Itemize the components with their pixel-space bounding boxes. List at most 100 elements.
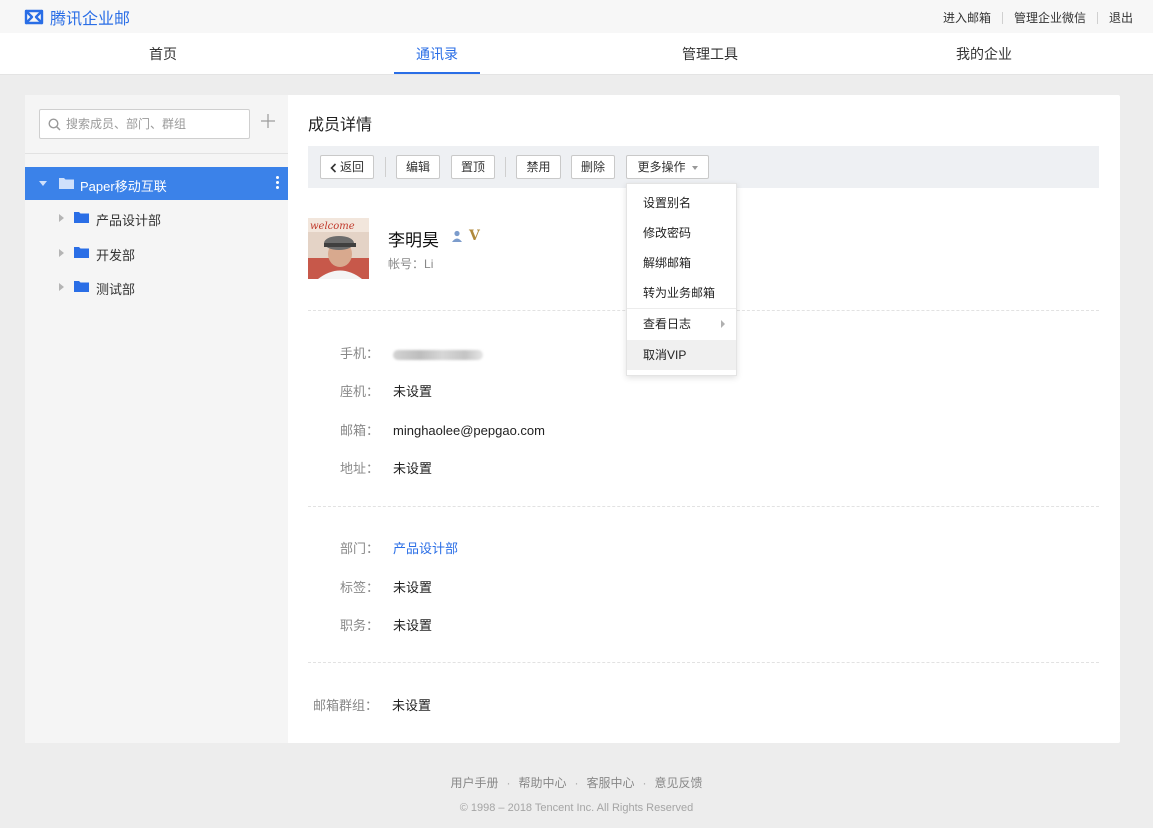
member-account: 帐号：Li: [388, 255, 433, 272]
menu-item-change-password[interactable]: 修改密码: [627, 218, 736, 248]
tree-root-label: Paper移动互联: [80, 179, 167, 194]
address-label: 地址：: [340, 461, 380, 476]
department-row: 部门： 产品设计部: [340, 538, 458, 557]
more-actions-menu: 设置别名 修改密码 解绑邮箱 转为业务邮箱 查看日志 取消VIP: [626, 183, 737, 376]
sidebar-divider: [25, 153, 288, 154]
position-label: 职务：: [340, 618, 380, 633]
landline-value: 未设置: [393, 384, 433, 399]
collapse-arrow-icon[interactable]: [59, 249, 64, 257]
brand-logo[interactable]: 腾讯企业邮: [24, 6, 130, 28]
tag-value: 未设置: [393, 580, 433, 595]
nav-tab-home[interactable]: 首页: [103, 33, 223, 75]
nav-tab-my-company[interactable]: 我的企业: [924, 33, 1044, 75]
pin-top-button[interactable]: 置顶: [451, 155, 495, 179]
address-row: 地址： 未设置: [340, 458, 432, 477]
vip-badge-icon: V: [469, 228, 480, 244]
tree-item-label: 测试部: [96, 282, 136, 297]
add-icon[interactable]: [260, 113, 276, 129]
email-value: minghaolee@pepgao.com: [393, 423, 545, 438]
logout-link[interactable]: 退出: [1109, 9, 1133, 26]
avatar-image: welcome: [308, 218, 369, 279]
chevron-left-icon: [330, 163, 337, 173]
toolbar-separator: [505, 157, 506, 177]
mail-groups-label: 邮箱群组：: [313, 698, 379, 713]
top-bar: 腾讯企业邮 进入邮箱 管理企业微信 退出: [0, 0, 1153, 33]
main-nav: 首页 通讯录 管理工具 我的企业: [0, 33, 1153, 75]
tree-item-label: 开发部: [96, 248, 136, 263]
delete-button[interactable]: 删除: [571, 155, 615, 179]
tree-item-department[interactable]: 测试部: [25, 272, 288, 302]
mail-groups-value: 未设置: [392, 698, 432, 713]
content-card: Paper移动互联 产品设计部 开发部 测试部 成员详情: [25, 95, 1120, 743]
search-box: [39, 109, 250, 139]
landline-label: 座机：: [340, 384, 380, 399]
footer-links: 用户手册 · 帮助中心 · 客服中心 · 意见反馈: [0, 774, 1153, 791]
tree-root-company[interactable]: Paper移动互联: [25, 167, 288, 200]
more-options-icon[interactable]: [276, 176, 280, 191]
toolbar-separator: [385, 157, 386, 177]
tag-row: 标签： 未设置: [340, 577, 432, 596]
folder-icon: [74, 281, 89, 292]
edit-button[interactable]: 编辑: [396, 155, 440, 179]
nav-tab-contacts[interactable]: 通讯录: [377, 33, 497, 75]
footer-link-customer-service[interactable]: 客服中心: [587, 776, 635, 790]
collapse-arrow-icon[interactable]: [59, 214, 64, 222]
expand-arrow-icon[interactable]: [39, 181, 47, 186]
org-sidebar: Paper移动互联 产品设计部 开发部 测试部: [25, 95, 288, 743]
position-value: 未设置: [393, 618, 433, 633]
nav-tab-admin-tools[interactable]: 管理工具: [650, 33, 770, 75]
footer-link-user-manual[interactable]: 用户手册: [450, 776, 498, 790]
tree-item-department[interactable]: 产品设计部: [25, 203, 288, 233]
member-detail-panel: 成员详情 返回 编辑 置顶 禁用 删除 更多操作 设置别名 修改密码 解绑邮箱 …: [288, 95, 1120, 743]
menu-item-set-alias[interactable]: 设置别名: [627, 188, 736, 218]
email-label: 邮箱：: [340, 423, 380, 438]
mail-groups-row: 邮箱群组： 未设置: [313, 695, 431, 714]
more-actions-label: 更多操作: [637, 160, 686, 174]
menu-item-convert-business-mailbox[interactable]: 转为业务邮箱: [627, 278, 736, 308]
enter-mailbox-link[interactable]: 进入邮箱: [943, 9, 991, 26]
tag-label: 标签：: [340, 580, 380, 595]
brand-mark-icon: [24, 9, 44, 25]
search-input[interactable]: [66, 114, 246, 134]
footer-separator: ·: [506, 776, 511, 790]
email-row: 邮箱： minghaolee@pepgao.com: [340, 420, 545, 439]
member-name: 李明昊: [388, 231, 439, 250]
folder-icon: [59, 178, 74, 189]
footer-separator: ·: [642, 776, 647, 790]
footer-separator: ·: [574, 776, 579, 790]
top-links: 进入邮箱 管理企业微信 退出: [943, 9, 1133, 26]
landline-row: 座机： 未设置: [340, 381, 432, 400]
copyright: © 1998 – 2018 Tencent Inc. All Rights Re…: [459, 802, 694, 814]
department-link[interactable]: 产品设计部: [393, 541, 458, 556]
top-link-separator: [1096, 11, 1098, 24]
action-toolbar: 返回 编辑 置顶 禁用 删除 更多操作: [308, 146, 1099, 188]
menu-item-cancel-vip[interactable]: 取消VIP: [627, 340, 736, 370]
collapse-arrow-icon[interactable]: [59, 283, 64, 291]
section-divider: [308, 506, 1099, 507]
top-link-separator: [1001, 11, 1003, 24]
submenu-arrow-icon: [721, 320, 725, 328]
phone-value-redacted: [393, 349, 484, 360]
tree-item-department[interactable]: 开发部: [25, 238, 288, 268]
footer-link-feedback[interactable]: 意见反馈: [655, 776, 703, 790]
search-icon: [48, 118, 61, 131]
back-button-label: 返回: [339, 160, 364, 174]
menu-item-view-logs[interactable]: 查看日志: [627, 309, 736, 339]
manage-wework-link[interactable]: 管理企业微信: [1014, 9, 1086, 26]
brand-name: 腾讯企业邮: [50, 11, 131, 28]
position-row: 职务： 未设置: [340, 615, 432, 634]
menu-item-unbind-mailbox[interactable]: 解绑邮箱: [627, 248, 736, 278]
disable-button[interactable]: 禁用: [516, 155, 561, 179]
account-label: 帐号：: [388, 257, 425, 271]
address-value: 未设置: [393, 461, 433, 476]
back-button[interactable]: 返回: [320, 155, 374, 179]
phone-label: 手机：: [340, 346, 380, 361]
page-title: 成员详情: [308, 117, 373, 134]
footer-link-help-center[interactable]: 帮助中心: [518, 776, 566, 790]
section-divider: [308, 662, 1099, 663]
more-actions-button[interactable]: 更多操作: [626, 155, 709, 179]
folder-icon: [74, 247, 89, 258]
admin-user-icon: [452, 230, 462, 242]
folder-icon: [74, 212, 89, 223]
phone-row: 手机：: [340, 343, 484, 362]
